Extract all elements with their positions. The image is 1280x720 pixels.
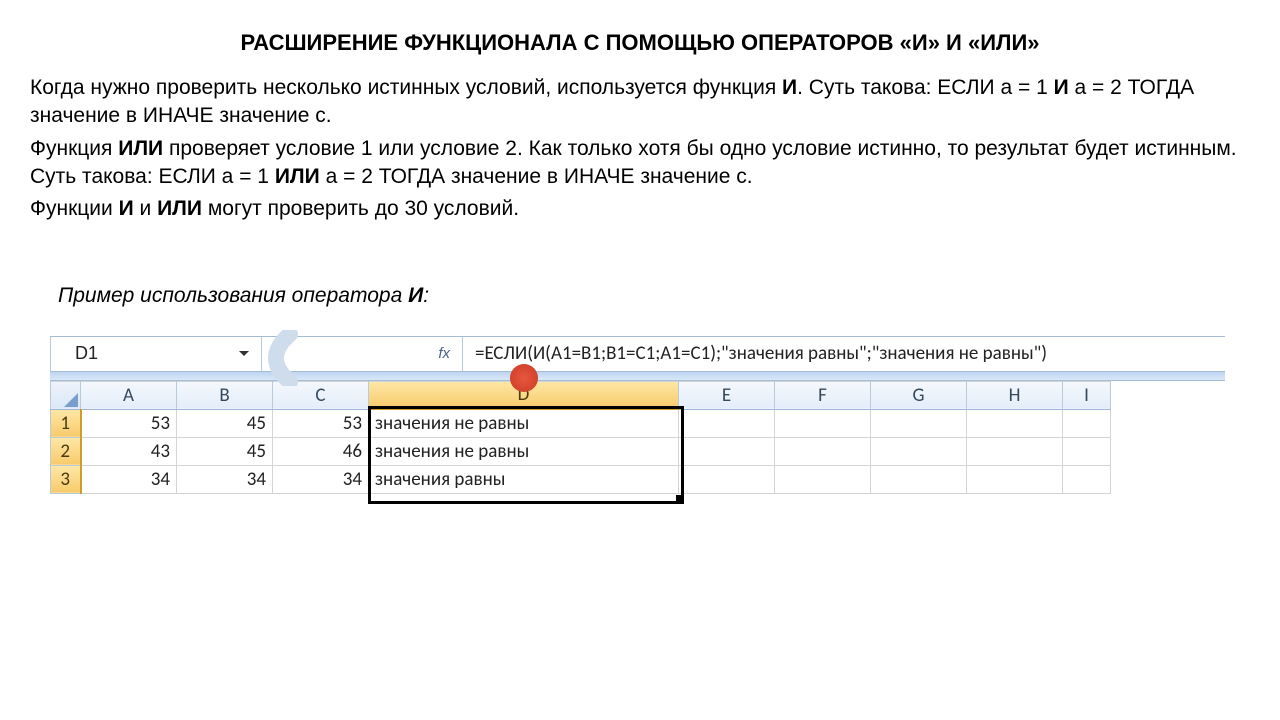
cell[interactable]: 53 — [273, 409, 369, 437]
cell[interactable]: значения не равны — [369, 437, 679, 465]
chevron-down-icon[interactable] — [239, 351, 249, 356]
cell[interactable]: значения равны — [369, 465, 679, 493]
formula-input[interactable]: =ЕСЛИ(И(A1=B1;B1=C1;A1=C1);"значения рав… — [463, 342, 1225, 365]
text: могут проверить до 30 условий. — [202, 197, 519, 220]
page-title: РАСШИРЕНИЕ ФУНКЦИОНАЛА С ПОМОЩЬЮ ОПЕРАТО… — [115, 30, 1165, 56]
excel-screenshot: D1 fx =ЕСЛИ(И(A1=B1;B1=C1;A1=C1);"значен… — [50, 336, 1225, 494]
bold-ili: ИЛИ — [275, 165, 320, 188]
cell[interactable]: 46 — [273, 437, 369, 465]
name-box-value: D1 — [75, 343, 239, 364]
cell[interactable]: 34 — [177, 465, 273, 493]
text: . Суть такова: ЕСЛИ а = 1 — [797, 76, 1053, 99]
cell[interactable]: 34 — [81, 465, 177, 493]
cell[interactable] — [679, 409, 775, 437]
bold-i: И — [408, 284, 423, 307]
cell[interactable]: 43 — [81, 437, 177, 465]
cell[interactable] — [775, 465, 871, 493]
example-caption: Пример использования оператора И: — [58, 284, 1250, 308]
col-header-e[interactable]: E — [679, 381, 775, 409]
cell[interactable] — [967, 437, 1063, 465]
paragraph-1: Когда нужно проверить несколько истинных… — [30, 74, 1250, 131]
cell[interactable]: 34 — [273, 465, 369, 493]
text: Функция — [30, 137, 118, 160]
cell[interactable]: 45 — [177, 409, 273, 437]
formula-bar: D1 fx =ЕСЛИ(И(A1=B1;B1=C1;A1=C1);"значен… — [50, 336, 1225, 371]
fill-handle[interactable] — [676, 495, 683, 502]
row-header-2[interactable]: 2 — [51, 437, 81, 465]
cell[interactable]: 45 — [177, 437, 273, 465]
row-header-3[interactable]: 3 — [51, 465, 81, 493]
bold-i: И — [119, 197, 134, 220]
cell[interactable] — [679, 437, 775, 465]
cell[interactable] — [871, 465, 967, 493]
text: Функции — [30, 197, 119, 220]
fx-label: fx — [438, 345, 450, 362]
text: : — [423, 284, 429, 307]
bold-i: И — [782, 76, 797, 99]
cell[interactable] — [679, 465, 775, 493]
cell[interactable] — [1063, 465, 1111, 493]
table-row: 3 34 34 34 значения равны — [51, 465, 1111, 493]
text: Когда нужно проверить несколько истинных… — [30, 76, 782, 99]
cell[interactable]: 53 — [81, 409, 177, 437]
fx-button-area[interactable]: fx — [300, 337, 463, 371]
text: Пример использования оператора — [58, 284, 408, 307]
text: и — [134, 197, 157, 220]
cell[interactable]: значения не равны — [369, 409, 679, 437]
bold-ili: ИЛИ — [118, 137, 163, 160]
cell[interactable] — [775, 409, 871, 437]
cell[interactable] — [967, 409, 1063, 437]
cell[interactable] — [967, 465, 1063, 493]
paragraph-2: Функция ИЛИ проверяет условие 1 или усло… — [30, 135, 1250, 192]
cell[interactable] — [871, 437, 967, 465]
bold-i: И — [1054, 76, 1069, 99]
row-header-1[interactable]: 1 — [51, 409, 81, 437]
col-header-a[interactable]: A — [81, 381, 177, 409]
col-header-i[interactable]: I — [1063, 381, 1111, 409]
col-header-f[interactable]: F — [775, 381, 871, 409]
cell[interactable] — [1063, 409, 1111, 437]
name-box[interactable]: D1 — [50, 337, 262, 371]
spreadsheet-grid[interactable]: A B C D E F G H I 1 53 45 53 значения не… — [50, 381, 1111, 494]
cell[interactable] — [775, 437, 871, 465]
text: а = 2 ТОГДА значение в ИНАЧЕ значение с. — [320, 165, 753, 188]
cell[interactable] — [1063, 437, 1111, 465]
select-all-corner[interactable] — [51, 381, 81, 409]
cell[interactable] — [871, 409, 967, 437]
col-header-h[interactable]: H — [967, 381, 1063, 409]
table-row: 2 43 45 46 значения не равны — [51, 437, 1111, 465]
col-header-g[interactable]: G — [871, 381, 967, 409]
bold-ili: ИЛИ — [157, 197, 202, 220]
table-row: 1 53 45 53 значения не равны — [51, 409, 1111, 437]
divider-bar — [50, 371, 1225, 381]
col-header-d[interactable]: D — [369, 381, 679, 409]
paragraph-3: Функции И и ИЛИ могут проверить до 30 ус… — [30, 195, 1250, 223]
